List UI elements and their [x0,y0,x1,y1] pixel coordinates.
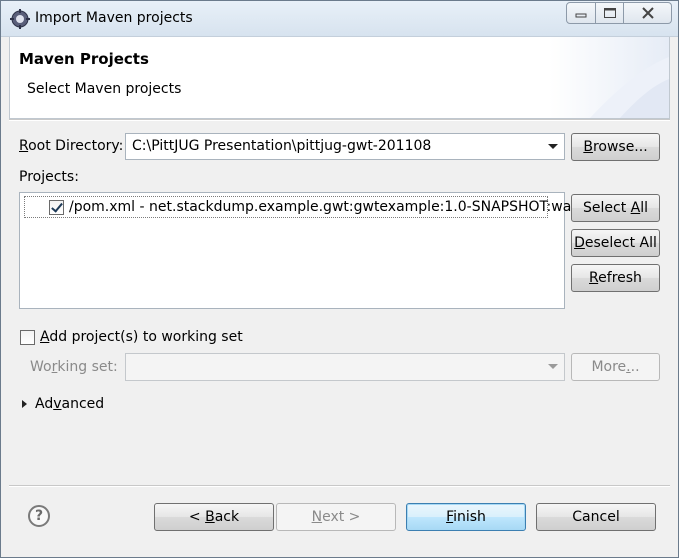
browse-button-label: Browse... [583,139,648,155]
next-button[interactable]: Next > [276,503,396,531]
add-to-working-set-checkbox[interactable] [20,330,35,345]
deselect-all-button-label: Deselect All [574,235,657,251]
advanced-section-toggle[interactable]: Advanced [35,396,104,412]
title-bar[interactable]: Import Maven projects [1,1,678,37]
project-item-label: /pom.xml - net.stackdump.example.gwt:gwt… [69,199,578,215]
more-button[interactable]: More... [571,353,660,381]
eclipse-gear-icon [10,9,30,29]
back-button-label: < Back [188,509,240,525]
minimize-button[interactable] [566,2,596,24]
cancel-button[interactable]: Cancel [536,503,656,531]
select-all-button[interactable]: Select All [571,194,660,222]
window-title: Import Maven projects [35,10,193,26]
close-button[interactable] [624,2,672,24]
root-directory-label-text: oot Directory: [28,138,124,154]
maximize-button[interactable] [596,2,624,24]
add-to-working-set-label[interactable]: Add project(s) to working set [40,329,243,345]
header-banner: Maven Projects Select Maven projects [9,37,670,119]
page-title: Maven Projects [19,50,149,68]
more-button-label: More... [591,359,640,375]
window-controls [566,2,672,24]
help-icon[interactable]: ? [28,505,50,527]
browse-button[interactable]: Browse... [571,133,660,161]
root-directory-value: C:\PittJUG Presentation\pittjug-gwt-2011… [132,138,432,154]
root-directory-label: Root Directory: [19,138,123,154]
banner-decoration [549,37,669,118]
finish-button-label: Finish [446,509,486,525]
maximize-icon [603,8,616,18]
next-button-label: Next > [311,509,361,525]
chevron-down-icon[interactable] [548,144,558,149]
chevron-down-icon[interactable] [548,364,558,369]
deselect-all-button[interactable]: Deselect All [571,229,660,257]
page-description: Select Maven projects [27,81,182,97]
cancel-button-label: Cancel [572,509,620,525]
root-directory-mnemonic: R [19,138,29,154]
import-maven-dialog: Import Maven projects Maven Projects Sel… [0,0,679,558]
minimize-icon [575,13,587,18]
refresh-button[interactable]: Refresh [571,264,660,292]
list-item[interactable]: /pom.xml - net.stackdump.example.gwt:gwt… [24,196,577,218]
project-checkbox[interactable] [49,200,64,215]
footer-separator [9,485,670,487]
triangle-right-icon[interactable] [22,400,27,408]
working-set-combo[interactable] [125,353,565,381]
select-all-button-label: Select All [583,200,648,216]
finish-button[interactable]: Finish [406,503,526,531]
back-button[interactable]: < Back [154,503,274,531]
root-directory-combo[interactable]: C:\PittJUG Presentation\pittjug-gwt-2011… [125,133,565,160]
projects-label: Projects: [19,169,79,185]
refresh-button-label: Refresh [589,270,642,286]
header-separator [9,119,670,121]
projects-tree[interactable]: /pom.xml - net.stackdump.example.gwt:gwt… [19,192,577,309]
close-icon [641,7,654,19]
working-set-label: Working set: [30,359,118,375]
